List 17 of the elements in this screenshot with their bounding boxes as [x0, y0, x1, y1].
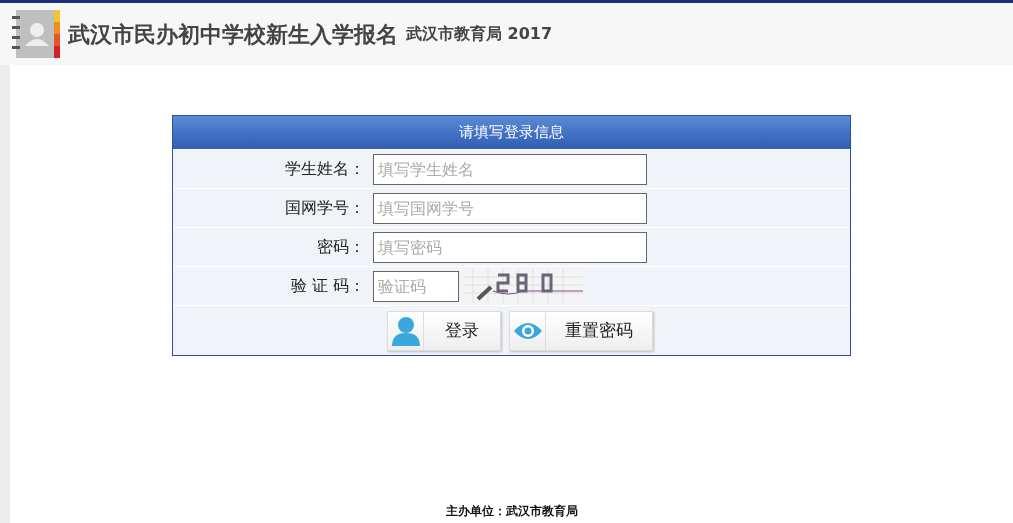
login-button[interactable]: 登录: [387, 310, 501, 351]
field-label: 国网学号：: [284, 197, 366, 219]
password-field[interactable]: 填写密码: [373, 231, 647, 263]
field-label: 密码：: [316, 236, 366, 258]
footer-text: 主办单位：武汉市教育局: [445, 504, 578, 518]
eye-icon: [512, 320, 543, 341]
form-title: 请填写登录信息: [173, 116, 850, 149]
page-subtitle: 武汉市教育局 2017: [406, 23, 553, 45]
field-label: 验 证 码：: [289, 275, 366, 297]
text-field[interactable]: 填写学生姓名: [373, 153, 647, 185]
contact-book-logo: [12, 8, 60, 60]
field-label: 学生姓名：: [284, 158, 366, 180]
captcha-field[interactable]: 验证码: [373, 270, 459, 302]
page-title: 武汉市民办初中学校新生入学报名: [68, 20, 398, 49]
reset-password-button[interactable]: 重置密码: [509, 310, 653, 351]
person-icon: [391, 315, 420, 346]
text-field[interactable]: 填写国网学号: [373, 192, 647, 224]
